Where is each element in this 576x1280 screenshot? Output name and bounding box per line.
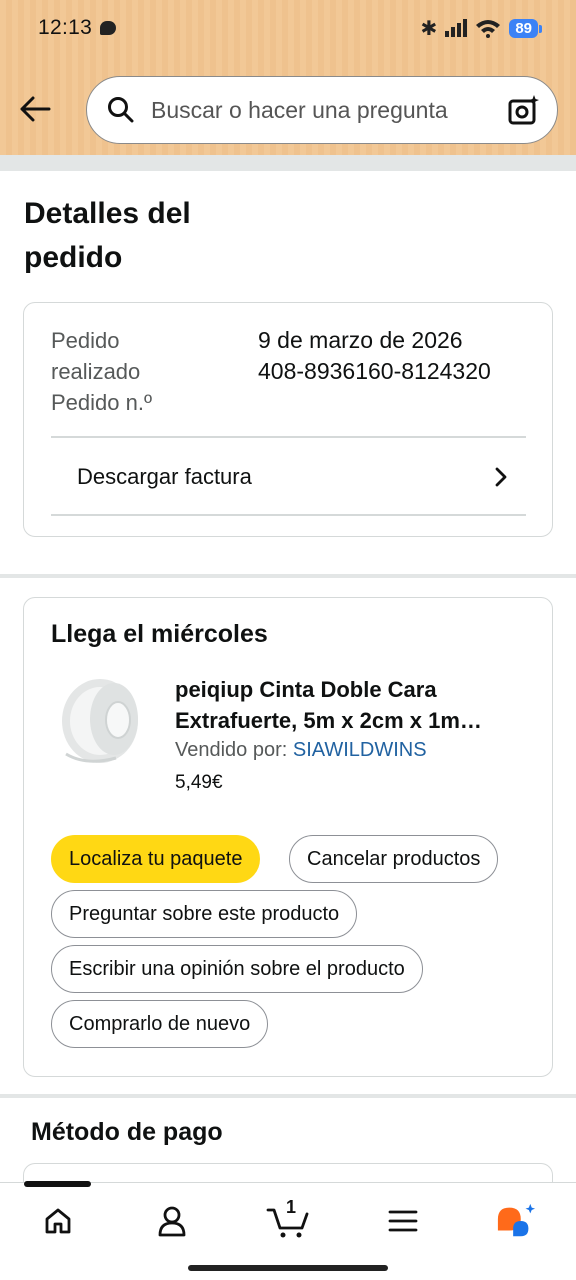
- divider: [51, 436, 526, 438]
- buy-again-button[interactable]: Comprarlo de nuevo: [51, 1000, 269, 1048]
- back-button[interactable]: [18, 92, 52, 126]
- seller-link[interactable]: SIAWILDWINS: [293, 739, 427, 761]
- nav-home[interactable]: [38, 1201, 78, 1241]
- menu-icon: [388, 1210, 418, 1232]
- nav-cart[interactable]: 1: [266, 1197, 310, 1241]
- order-number: 408-8936160-8124320: [258, 358, 491, 384]
- product-price: 5,49€: [175, 772, 223, 793]
- label-order-number: Pedido n.º: [51, 390, 152, 415]
- wifi-icon: [475, 18, 501, 38]
- bottom-navigation: 1: [0, 1181, 576, 1280]
- seller-label: Vendido por:: [175, 739, 293, 761]
- divider: [51, 514, 526, 516]
- product-title[interactable]: peiqiup Cinta Doble Cara Extrafuerte, 5m…: [175, 674, 530, 736]
- nav-menu[interactable]: [383, 1201, 423, 1241]
- cart-count-badge: 1: [286, 1197, 297, 1217]
- status-time: 12:13: [38, 16, 93, 39]
- header-divider: [0, 155, 576, 171]
- label-placed-1: Pedido: [51, 328, 120, 353]
- status-bar: 12:13 ✱ 89: [0, 0, 576, 56]
- seller-info: Vendido por: SIAWILDWINS: [175, 739, 427, 762]
- home-icon: [45, 1208, 71, 1234]
- shipment-card: Llega el miércoles peiqiup Cinta Doble C…: [23, 597, 553, 1077]
- signal-icon: [445, 19, 468, 37]
- invoice-label: Descargar factura: [77, 464, 252, 489]
- camera-search-icon[interactable]: [507, 93, 541, 127]
- ask-product-button[interactable]: Preguntar sobre este producto: [51, 890, 358, 938]
- track-package-button[interactable]: Localiza tu paquete: [51, 835, 261, 883]
- bluetooth-icon: ✱: [420, 17, 438, 40]
- nav-account[interactable]: [152, 1201, 192, 1241]
- user-icon: [158, 1206, 186, 1237]
- order-info-values: 9 de marzo de 2026 408-8936160-8124320: [258, 325, 491, 387]
- arrow-left-icon: [20, 96, 51, 122]
- active-tab-indicator: [24, 1181, 91, 1187]
- product-title-line2: Extrafuerte, 5m x 2cm x 1m…: [175, 708, 482, 733]
- assistant-icon: [497, 1203, 536, 1237]
- cancel-items-button[interactable]: Cancelar productos: [289, 835, 499, 883]
- battery-indicator: 89: [509, 18, 542, 38]
- order-info-labels: Pedido realizado Pedido n.º: [51, 325, 251, 418]
- search-bar[interactable]: Buscar o hacer una pregunta: [86, 76, 558, 144]
- search-input[interactable]: Buscar o hacer una pregunta: [151, 97, 507, 124]
- payment-method-title: Método de pago: [31, 1118, 223, 1146]
- order-info-card: Pedido realizado Pedido n.º 9 de marzo d…: [23, 302, 553, 537]
- section-separator: [0, 574, 576, 578]
- chat-notification-icon: [100, 21, 117, 35]
- chevron-right-icon: [495, 467, 507, 487]
- page-title: Detalles del pedido: [24, 197, 191, 274]
- write-review-button[interactable]: Escribir una opinión sobre el producto: [51, 945, 423, 993]
- nav-rufus-assistant[interactable]: [496, 1201, 536, 1241]
- product-image[interactable]: [56, 674, 148, 768]
- section-separator: [0, 1094, 576, 1098]
- search-icon: [108, 97, 134, 123]
- status-icons: ✱ 89: [420, 16, 542, 41]
- product-title-line1: peiqiup Cinta Doble Cara: [175, 677, 437, 702]
- system-home-indicator[interactable]: [188, 1265, 388, 1271]
- label-placed-2: realizado: [51, 359, 141, 384]
- arrival-date: Llega el miércoles: [51, 620, 268, 648]
- download-invoice-row[interactable]: Descargar factura: [51, 439, 526, 515]
- order-date: 9 de marzo de 2026: [258, 327, 463, 353]
